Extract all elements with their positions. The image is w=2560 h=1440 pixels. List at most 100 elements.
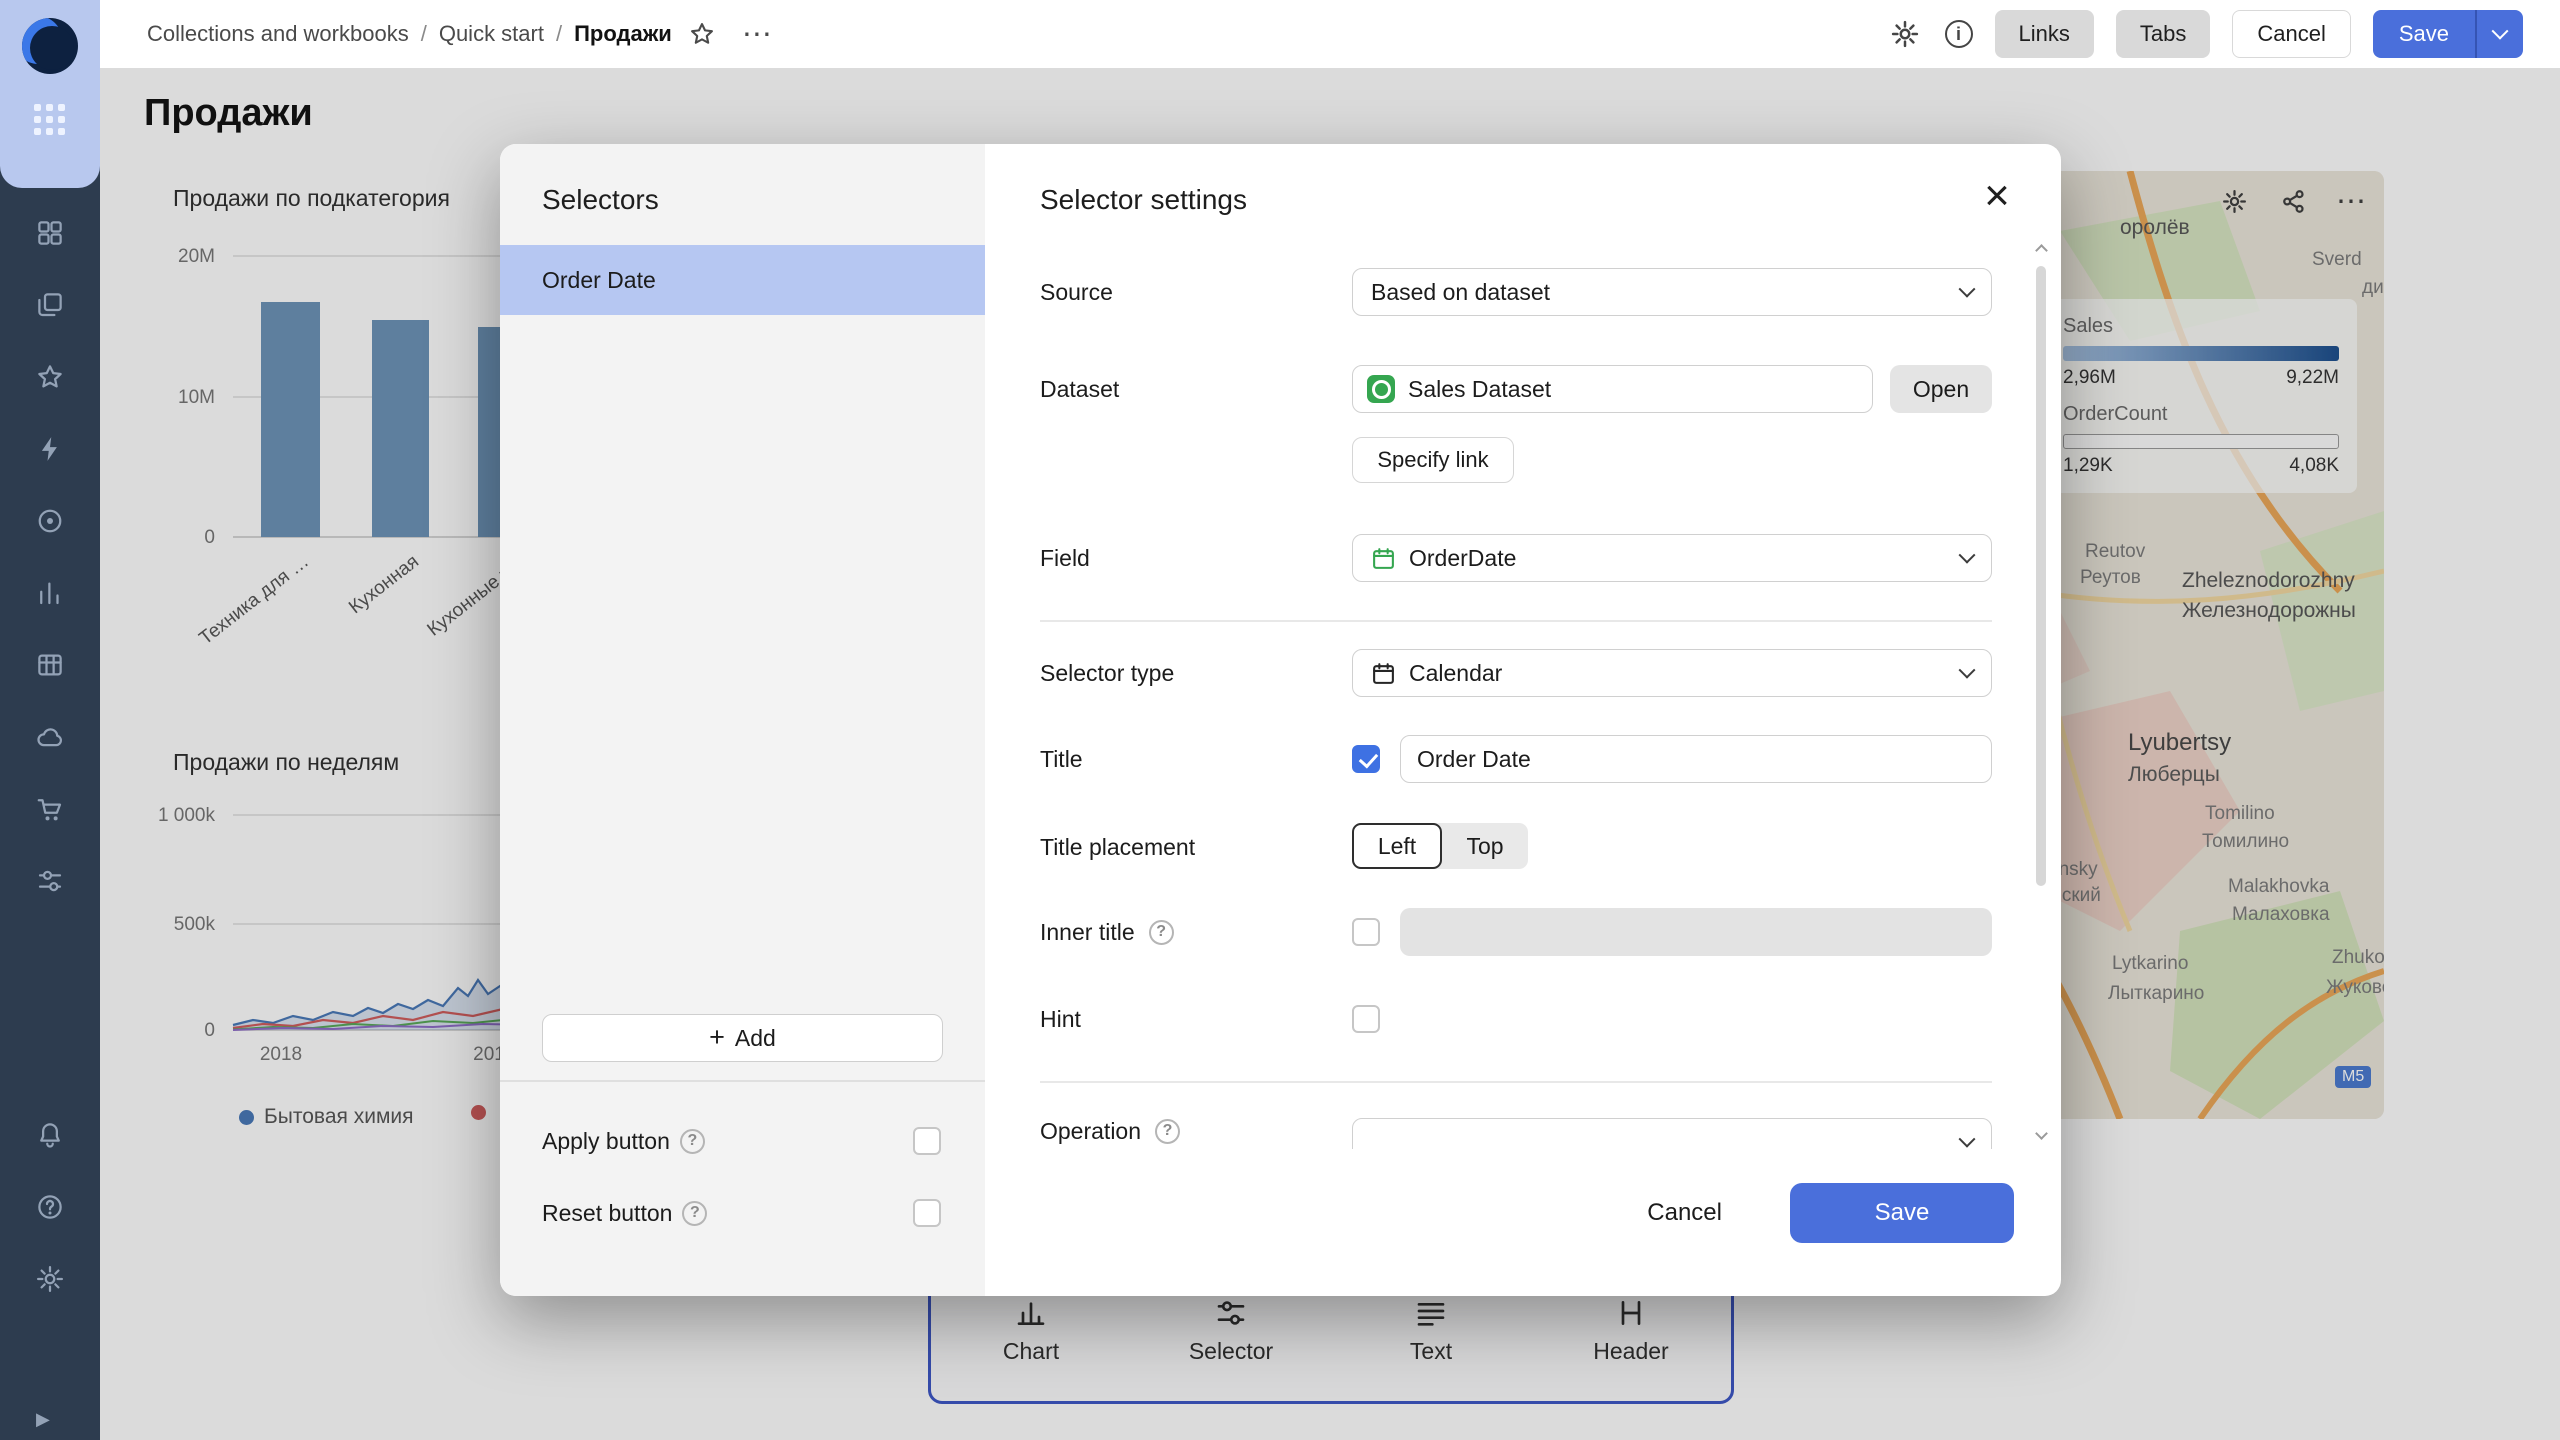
save-split-button: Save	[2372, 10, 2523, 58]
help-question-icon[interactable]	[682, 1200, 708, 1226]
app-root: Collections and workbooks / Quick start / Пр…	[0, 0, 2560, 1440]
breadcrumb-item: Продажи	[574, 21, 672, 46]
chevron-down-icon	[1958, 280, 1976, 298]
links-button[interactable]: Links	[1994, 10, 2094, 58]
editor-icon[interactable]	[0, 413, 100, 485]
notifications-icon[interactable]	[0, 1099, 100, 1171]
more-actions-icon[interactable]	[742, 17, 772, 52]
source-value: Based on dataset	[1371, 278, 1551, 305]
add-label: Add	[734, 1024, 776, 1051]
operation-select[interactable]	[1352, 1118, 1992, 1149]
expand-sidebar-icon[interactable]	[0, 1402, 100, 1436]
breadcrumb-item[interactable]: Quick start	[439, 21, 544, 47]
scroll-up-icon[interactable]	[2035, 244, 2048, 257]
sidebar-bottom	[0, 1099, 100, 1315]
inner-title-input	[1400, 908, 1992, 956]
reset-button-row: Reset button	[542, 1189, 941, 1237]
dialog-footer: Cancel Save	[1621, 1183, 2014, 1243]
source-label: Source	[1040, 278, 1113, 305]
hint-checkbox[interactable]	[1352, 1005, 1380, 1033]
plus-icon	[709, 1024, 725, 1052]
selectors-dialog: Selectors Order Date Add Apply button Re…	[500, 144, 2061, 1296]
flows-icon[interactable]	[0, 845, 100, 917]
chevron-down-icon	[1958, 661, 1976, 679]
inner-title-label: Inner title	[1040, 908, 1174, 956]
topbar-actions: Links Tabs Cancel Save	[1887, 10, 2523, 58]
reset-button-checkbox[interactable]	[913, 1199, 941, 1227]
specify-link-button[interactable]: Specify link	[1352, 437, 1514, 483]
logo-area	[0, 0, 100, 188]
chevron-down-icon	[1958, 546, 1976, 564]
tables-icon[interactable]	[0, 629, 100, 701]
calendar-icon	[1371, 661, 1396, 686]
scrollbar	[2033, 244, 2049, 1140]
selector-type-select[interactable]: Calendar	[1352, 649, 1992, 697]
apply-button-checkbox[interactable]	[913, 1127, 941, 1155]
breadcrumb-item[interactable]: Collections and workbooks	[147, 21, 409, 47]
add-selector-button[interactable]: Add	[542, 1014, 943, 1062]
save-dropdown-button[interactable]	[2477, 10, 2523, 58]
collections-icon[interactable]	[0, 269, 100, 341]
title-label: Title	[1040, 745, 1083, 772]
selector-list-item[interactable]: Order Date	[500, 245, 985, 315]
title-checkbox[interactable]	[1352, 745, 1380, 773]
favorites-icon[interactable]	[0, 341, 100, 413]
charts-icon[interactable]	[0, 557, 100, 629]
breadcrumb: Collections and workbooks / Quick start / Пр…	[147, 21, 672, 47]
reset-button-label: Reset button	[542, 1199, 673, 1226]
chevron-down-icon	[1958, 1130, 1976, 1148]
scroll-down-icon[interactable]	[2035, 1127, 2048, 1140]
apps-grid-icon[interactable]	[34, 104, 66, 136]
save-button[interactable]: Save	[2373, 10, 2475, 58]
dataset-icon	[1367, 375, 1395, 403]
field-select[interactable]: OrderDate	[1352, 534, 1992, 582]
dataset-label: Dataset	[1040, 375, 1120, 402]
selectors-panel: Selectors Order Date Add Apply button Re…	[500, 144, 985, 1296]
topbar: Collections and workbooks / Quick start / Пр…	[100, 0, 2560, 68]
tabs-button[interactable]: Tabs	[2115, 10, 2211, 58]
help-question-icon[interactable]	[1155, 1118, 1181, 1144]
sidebar-nav	[0, 197, 100, 917]
settings-icon[interactable]	[0, 1243, 100, 1315]
selectors-panel-title: Selectors	[542, 184, 659, 215]
datalens-logo-icon[interactable]	[22, 18, 78, 74]
dataset-field[interactable]: Sales Dataset	[1352, 365, 1873, 413]
operation-label: Operation	[1040, 1107, 1181, 1149]
dataset-value: Sales Dataset	[1408, 375, 1552, 402]
chevron-down-icon	[2491, 22, 2509, 40]
placement-left-option[interactable]: Left	[1352, 823, 1442, 869]
hint-label: Hint	[1040, 1005, 1081, 1032]
inner-title-checkbox[interactable]	[1352, 918, 1380, 946]
marketplace-icon[interactable]	[0, 773, 100, 845]
field-value: OrderDate	[1409, 544, 1517, 571]
apply-button-row: Apply button	[542, 1117, 941, 1165]
placement-top-option[interactable]: Top	[1442, 823, 1528, 869]
scrollbar-thumb[interactable]	[2036, 266, 2046, 886]
info-icon[interactable]	[1944, 20, 1973, 48]
calendar-icon	[1371, 546, 1396, 571]
breadcrumb-separator: /	[555, 21, 563, 46]
title-input[interactable]	[1400, 735, 1992, 783]
source-select[interactable]: Based on dataset	[1352, 268, 1992, 316]
selector-type-value: Calendar	[1409, 659, 1503, 686]
dashboards-icon[interactable]	[0, 197, 100, 269]
divider	[500, 1080, 985, 1082]
help-question-icon[interactable]	[1148, 919, 1174, 945]
settings-form: Source Based on dataset Dataset Sales Da…	[985, 144, 2061, 1149]
help-icon[interactable]	[0, 1171, 100, 1243]
selector-type-label: Selector type	[1040, 659, 1175, 686]
sidebar	[0, 0, 100, 1440]
open-dataset-button[interactable]: Open	[1890, 365, 1992, 413]
help-question-icon[interactable]	[679, 1128, 705, 1154]
favorite-star-icon[interactable]	[688, 20, 716, 48]
title-placement-label: Title placement	[1040, 833, 1196, 860]
selector-settings-panel: Selector settings Source Based on datase…	[985, 144, 2061, 1296]
monitoring-icon[interactable]	[0, 485, 100, 557]
dialog-cancel-button[interactable]: Cancel	[1621, 1183, 1748, 1243]
divider	[1040, 620, 1992, 622]
storage-icon[interactable]	[0, 701, 100, 773]
dialog-save-button[interactable]: Save	[1790, 1183, 2014, 1243]
dashboard-settings-gear-icon[interactable]	[1887, 16, 1923, 52]
title-placement-segmented: Left Top	[1352, 823, 1528, 869]
cancel-button[interactable]: Cancel	[2232, 10, 2351, 58]
